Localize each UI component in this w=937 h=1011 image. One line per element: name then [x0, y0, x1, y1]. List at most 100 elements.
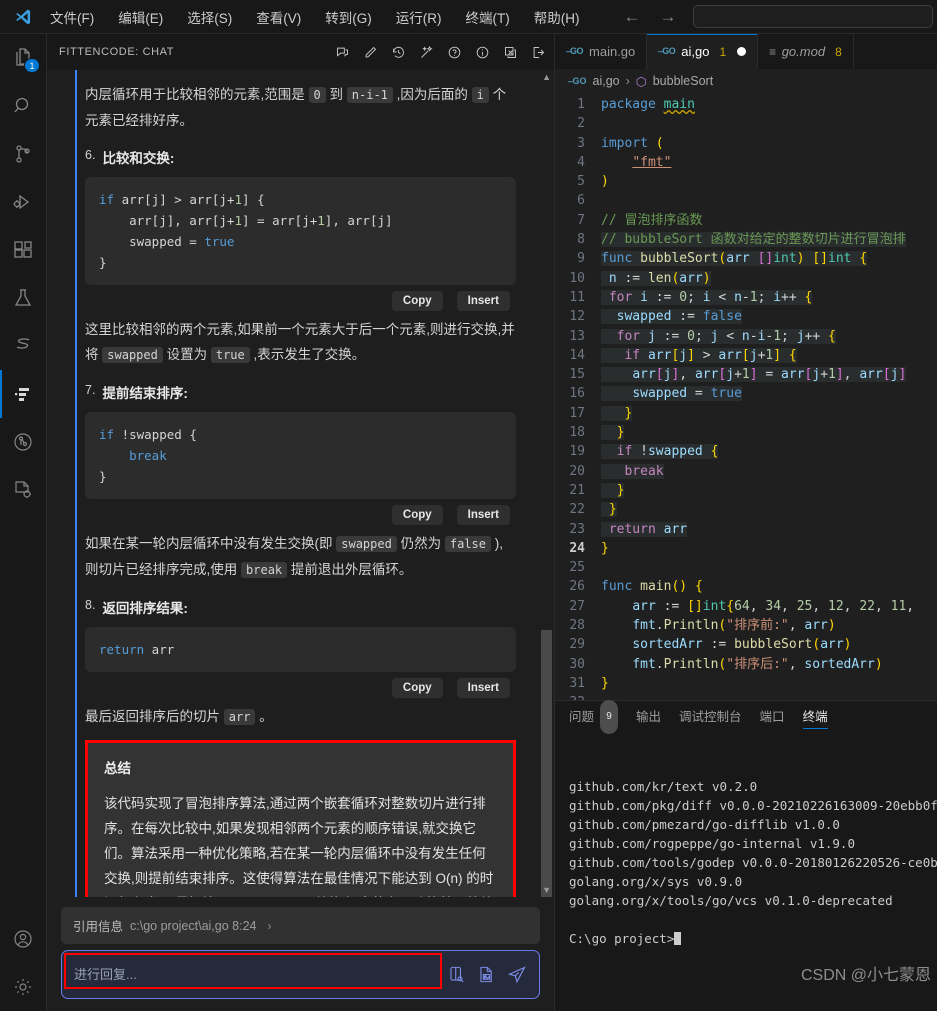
line-content[interactable] [601, 191, 937, 210]
line-content[interactable]: } [601, 423, 937, 442]
line-content[interactable] [601, 114, 937, 133]
line-content[interactable]: for i := 0; i < n-1; i++ { [601, 288, 937, 307]
info-icon[interactable] [475, 45, 490, 60]
sidebar-item-extensions[interactable] [0, 226, 47, 274]
line-content[interactable]: func main() { [601, 577, 937, 596]
history-icon[interactable] [391, 45, 406, 60]
chat-input[interactable] [62, 956, 447, 993]
code-editor[interactable]: 1package main2 3import (4 "fmt"5)6 7// 冒… [555, 93, 937, 700]
scroll-down-arrow-icon[interactable]: ▼ [542, 885, 551, 895]
new-chat-icon[interactable] [335, 45, 350, 60]
sidebar-item-source-control[interactable] [0, 130, 47, 178]
copy-button[interactable]: Copy [392, 291, 443, 311]
line-content[interactable]: return arr [601, 520, 937, 539]
line-content[interactable]: } [601, 500, 937, 519]
line-content[interactable]: // 冒泡排序函数 [601, 211, 937, 230]
edit-icon[interactable] [363, 45, 378, 60]
forward-arrow-icon[interactable]: → [657, 7, 679, 27]
chat-message-scroll[interactable]: 内层循环用于比较相邻的元素,范围是 0 到 n-i-1 ,因为后面的 i 个元素… [47, 70, 554, 897]
line-content[interactable]: // bubbleSort 函数对给定的整数切片进行冒泡排 [601, 230, 937, 249]
line-content[interactable]: fmt.Println("排序前:", arr) [601, 616, 937, 635]
sidebar-item-accounts[interactable] [0, 915, 47, 963]
menu-item-help[interactable]: 帮助(H) [532, 4, 582, 30]
menu-item-selection[interactable]: 选择(S) [185, 4, 234, 30]
summary-title: 总结 [104, 757, 497, 777]
popout-icon[interactable] [503, 45, 518, 60]
menu-item-view[interactable]: 查看(V) [254, 4, 303, 30]
line-content[interactable]: ) [601, 172, 937, 191]
line-content[interactable]: n := len(arr) [601, 269, 937, 288]
line-content[interactable]: import ( [601, 134, 937, 153]
line-content[interactable]: break [601, 462, 937, 481]
menu-item-terminal[interactable]: 终端(T) [464, 4, 512, 30]
breadcrumb-file[interactable]: ai,go [593, 74, 620, 88]
explore-icon[interactable] [447, 965, 466, 984]
chat-scrollbar-thumb[interactable] [541, 630, 552, 897]
terminal-output[interactable]: github.com/kr/text v0.2.0github.com/pkg/… [555, 733, 937, 1011]
sidebar-item-fittencode[interactable] [0, 370, 47, 418]
breadcrumb[interactable]: ⎯GO ai,go › ⬡ bubbleSort [555, 69, 937, 93]
sidebar-item-cpp-config[interactable] [0, 466, 47, 514]
insert-button[interactable]: Insert [457, 291, 510, 311]
line-content[interactable]: sortedArr := bubbleSort(arr) [601, 635, 937, 654]
tab-dirty-indicator[interactable] [737, 47, 746, 56]
reference-pill[interactable]: 引用信息 c:\go project\ai,go 8:24 › [61, 907, 540, 944]
panel-tab-terminal[interactable]: 终端 [803, 701, 828, 733]
menu-item-run[interactable]: 运行(R) [394, 4, 444, 30]
back-arrow-icon[interactable]: ← [621, 7, 643, 27]
code-token: arr [859, 367, 882, 382]
line-content[interactable] [601, 558, 937, 577]
magic-icon[interactable] [419, 45, 434, 60]
sidebar-item-testing[interactable] [0, 274, 47, 322]
breadcrumb-symbol[interactable]: bubbleSort [653, 74, 713, 88]
menu-item-file[interactable]: 文件(F) [48, 4, 96, 30]
line-content[interactable]: if arr[j] > arr[j+1] { [601, 346, 937, 365]
menu-bar[interactable]: 文件(F) 编辑(E) 选择(S) 查看(V) 转到(G) 运行(R) 终端(T… [48, 4, 582, 30]
line-content[interactable]: } [601, 539, 937, 558]
menu-item-go[interactable]: 转到(G) [323, 4, 374, 30]
panel-tab-problems[interactable]: 问题 9 [569, 701, 618, 733]
quick-search-input[interactable] [693, 5, 933, 28]
line-content[interactable]: fmt.Println("排序后:", sortedArr) [601, 655, 937, 674]
panel-tab-ports[interactable]: 端口 [760, 701, 785, 733]
line-content[interactable]: swapped := false [601, 307, 937, 326]
line-content[interactable]: "fmt" [601, 153, 937, 172]
code-token: [] [687, 599, 703, 614]
line-content[interactable]: arr[j], arr[j+1] = arr[j+1], arr[j] [601, 365, 937, 384]
attach-image-icon[interactable] [477, 965, 496, 984]
editor-tab-ai-go[interactable]: ⎯GO ai,go 1 [647, 34, 758, 69]
line-content[interactable] [601, 693, 937, 700]
sidebar-item-run-and-debug[interactable] [0, 178, 47, 226]
editor-tab-go-mod[interactable]: ≡ go.mod 8 [758, 34, 854, 69]
sidebar-item-settings[interactable] [0, 963, 47, 1011]
help-icon[interactable] [447, 45, 462, 60]
copy-button[interactable]: Copy [392, 505, 443, 525]
line-content[interactable]: swapped = true [601, 384, 937, 403]
chat-input-wrapper[interactable] [61, 950, 540, 999]
line-content[interactable]: } [601, 404, 937, 423]
line-content[interactable]: } [601, 674, 937, 693]
sidebar-item-search[interactable] [0, 82, 47, 130]
menu-item-edit[interactable]: 编辑(E) [116, 4, 165, 30]
line-content[interactable]: } [601, 481, 937, 500]
send-icon[interactable] [507, 965, 527, 985]
sidebar-item-git-graph[interactable] [0, 418, 47, 466]
line-content[interactable]: package main [601, 95, 937, 114]
editor-tab-main-go[interactable]: ⎯GO main.go [555, 34, 647, 69]
sidebar-item-explorer[interactable]: 1 [0, 34, 47, 82]
line-content[interactable]: func bubbleSort(arr []int) []int { [601, 249, 937, 268]
close-panel-icon[interactable] [531, 45, 546, 60]
copy-button[interactable]: Copy [392, 678, 443, 698]
insert-button[interactable]: Insert [457, 505, 510, 525]
sidebar-item-snyk[interactable] [0, 322, 47, 370]
line-content[interactable]: for j := 0; j < n-i-1; j++ { [601, 327, 937, 346]
panel-tab-debug-console[interactable]: 调试控制台 [679, 701, 742, 733]
code-token [601, 386, 632, 401]
chat-scrollbar[interactable] [541, 70, 552, 897]
line-content[interactable]: if !swapped { [601, 442, 937, 461]
panel-tab-output[interactable]: 输出 [636, 701, 661, 733]
insert-button[interactable]: Insert [457, 678, 510, 698]
chevron-right-icon[interactable]: › [268, 919, 272, 933]
scroll-up-arrow-icon[interactable]: ▲ [542, 72, 551, 82]
line-content[interactable]: arr := []int{64, 34, 25, 12, 22, 11, [601, 597, 937, 616]
